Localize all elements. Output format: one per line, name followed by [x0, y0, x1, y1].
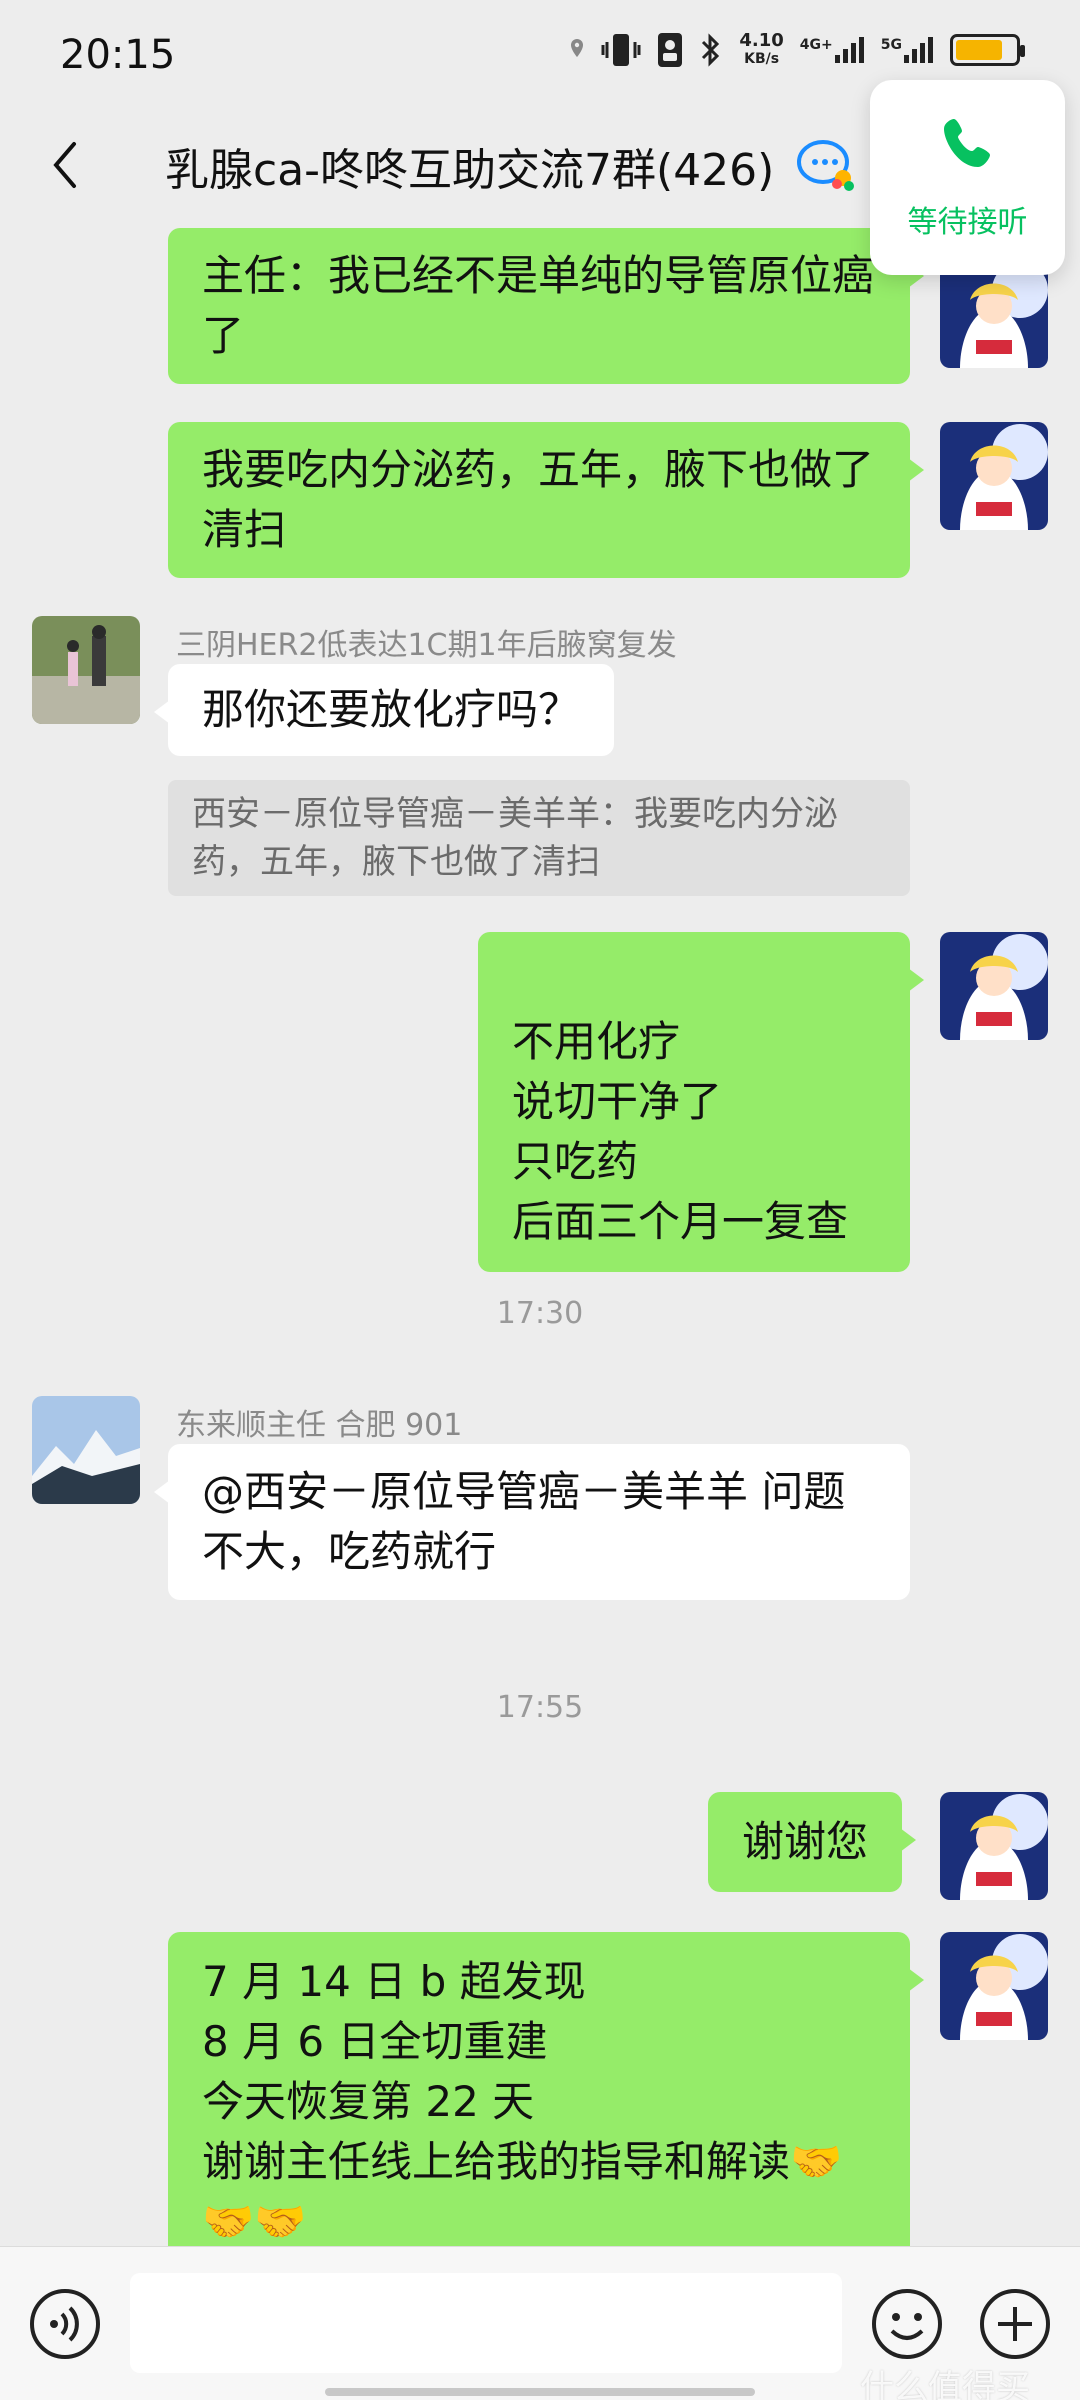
chat-bubbles-icon[interactable] — [795, 136, 857, 192]
park-photo-avatar-icon — [32, 616, 140, 724]
message-text: 不用化疗 说切干净了 只吃药 后面三个月一复查 — [512, 1017, 849, 1246]
signal-bars-icon — [904, 37, 933, 63]
message-text: 主任：我已经不是单纯的导管原位癌了 — [202, 251, 875, 360]
avatar[interactable] — [940, 1792, 1048, 1900]
message-bubble[interactable]: 7 月 14 日 b 超发现 8 月 6 日全切重建 今天恢复第 22 天 谢谢… — [168, 1932, 924, 2246]
page-title: 乳腺ca-咚咚互助交流7群(426) — [165, 145, 775, 196]
message-bubble[interactable]: 那你还要放化疗吗？ — [153, 664, 615, 756]
message-bubble[interactable]: @西安－原位导管癌－美羊羊 问题不大，吃药就行 — [154, 1444, 910, 1600]
smiley-icon[interactable] — [870, 2287, 944, 2361]
time-separator: 17:55 — [496, 1690, 584, 1725]
sim-card-icon — [658, 33, 683, 67]
anime-avatar-icon — [940, 1792, 1048, 1900]
message-bubble[interactable]: 谢谢您 — [708, 1792, 917, 1892]
phone-icon — [943, 118, 990, 167]
signal-4g: 4G+ — [800, 37, 865, 63]
net-label-2: 5G — [880, 37, 902, 53]
message-text: 那你还要放化疗吗？ — [202, 685, 581, 734]
anime-avatar-icon — [940, 932, 1048, 1040]
net-label-1: 4G+ — [799, 37, 833, 53]
chevron-left-icon — [53, 142, 76, 188]
watermark: 什么值得买 — [860, 2368, 1030, 2400]
home-indicator[interactable] — [325, 2388, 755, 2396]
avatar[interactable] — [940, 1932, 1048, 2040]
quote-text: 西安－原位导管癌－美羊羊：我要吃内分泌药，五年，腋下也做了清扫 — [192, 794, 838, 882]
message-bubble[interactable]: 不用化疗 说切干净了 只吃药 后面三个月一复查 — [478, 932, 924, 1272]
message-input[interactable] — [130, 2273, 842, 2373]
battery-icon — [950, 34, 1025, 66]
status-icons: 4.10 KB/s 4G+ 5G — [569, 32, 1025, 68]
time-separator: 17:30 — [496, 1296, 584, 1331]
call-waiting-card[interactable]: 等待接听 — [870, 80, 1065, 275]
message-text: @西安－原位导管癌－美羊羊 问题不大，吃药就行 — [202, 1467, 846, 1576]
plus-icon[interactable] — [978, 2287, 1052, 2361]
avatar[interactable] — [32, 616, 140, 724]
signal-bars-icon — [834, 37, 864, 63]
location-icon — [571, 39, 584, 57]
sender-name: 东来顺主任 合肥 901 — [176, 1408, 463, 1443]
message-text: 我要吃内分泌药，五年，腋下也做了清扫 — [202, 445, 875, 554]
avatar[interactable] — [32, 1396, 140, 1504]
back-button[interactable] — [40, 140, 90, 190]
quoted-message[interactable]: 西安－原位导管癌－美羊羊：我要吃内分泌药，五年，腋下也做了清扫 — [168, 780, 910, 896]
speed-unit: KB/s — [744, 51, 780, 67]
call-label: 等待接听 — [907, 204, 1028, 240]
message-text: 谢谢您 — [742, 1817, 869, 1866]
bluetooth-icon — [702, 33, 720, 67]
vibrate-icon — [601, 34, 641, 66]
signal-5g: 5G — [881, 37, 934, 63]
status-time: 20:15 — [60, 32, 176, 78]
message-text: 7 月 14 日 b 超发现 8 月 6 日全切重建 今天恢复第 22 天 谢谢… — [202, 1957, 843, 2246]
message-list[interactable]: 主任：我已经不是单纯的导管原位癌了 我要吃内分泌药，五年，腋下也做了清扫 三阴H… — [0, 220, 1080, 2246]
sender-name: 三阴HER2低表达1C期1年后腋窝复发 — [176, 628, 677, 663]
network-speed: 4.10 KB/s — [739, 32, 783, 68]
speed-value: 4.10 — [739, 30, 784, 51]
mountain-avatar-icon — [32, 1396, 140, 1504]
voice-icon[interactable] — [28, 2287, 102, 2361]
avatar[interactable] — [940, 260, 1048, 368]
avatar[interactable] — [940, 422, 1048, 530]
anime-avatar-icon — [940, 1932, 1048, 2040]
anime-avatar-icon — [940, 422, 1048, 530]
message-bubble[interactable]: 我要吃内分泌药，五年，腋下也做了清扫 — [168, 422, 924, 578]
message-bubble[interactable]: 主任：我已经不是单纯的导管原位癌了 — [168, 228, 924, 384]
anime-avatar-icon — [940, 260, 1048, 368]
avatar[interactable] — [940, 932, 1048, 1040]
